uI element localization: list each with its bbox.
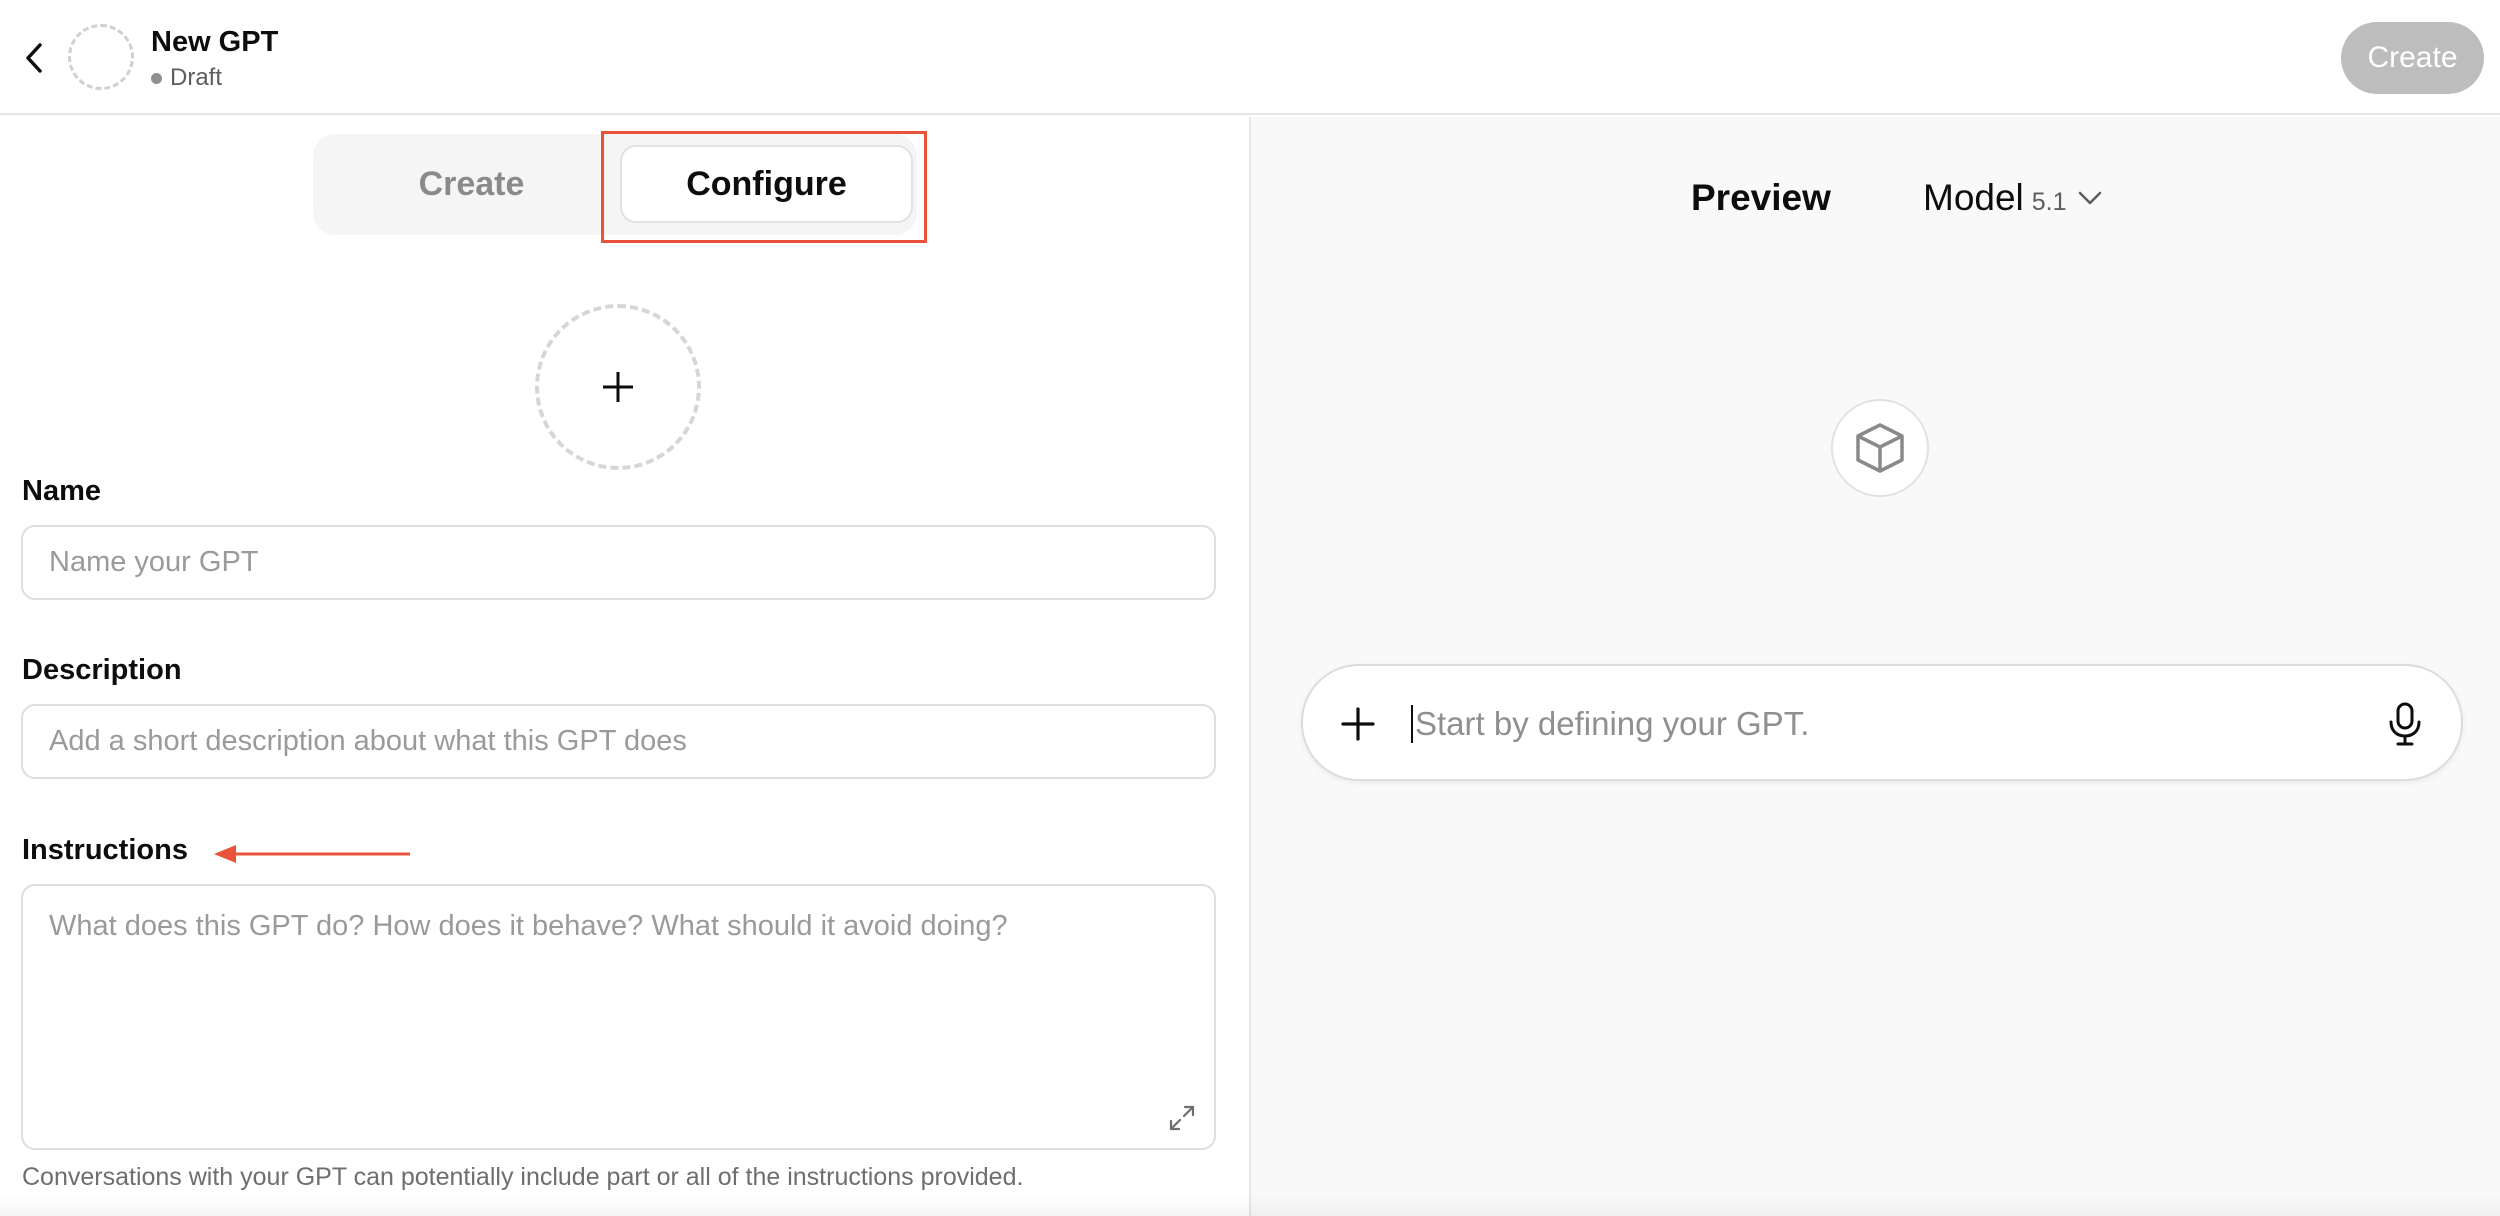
expand-button[interactable] — [1167, 1103, 1197, 1133]
description-input[interactable] — [21, 704, 1216, 779]
configure-panel: Create Configure Name Description Instru… — [0, 117, 1249, 1216]
name-label: Name — [22, 475, 101, 507]
gpt-avatar-placeholder — [68, 24, 134, 90]
text-caret — [1411, 705, 1413, 743]
tab-create[interactable]: Create — [313, 134, 630, 235]
description-label: Description — [22, 654, 182, 686]
back-button[interactable] — [18, 38, 50, 78]
bottom-shadow — [0, 1195, 2500, 1216]
instructions-textarea[interactable] — [21, 884, 1216, 1150]
message-composer — [1301, 664, 2463, 781]
plus-icon — [603, 372, 633, 402]
gpt-title: New GPT — [151, 26, 279, 58]
gpt-status: Draft — [151, 64, 222, 92]
model-version: 5.1 — [2031, 188, 2067, 216]
chevron-down-icon — [2078, 191, 2101, 205]
name-input[interactable] — [21, 525, 1216, 600]
top-bar: New GPT Draft Create — [0, 0, 2500, 115]
instructions-label: Instructions — [22, 834, 188, 866]
preview-title: Preview — [1691, 177, 1831, 218]
status-text: Draft — [170, 64, 223, 91]
microphone-icon — [2389, 702, 2421, 746]
model-label: Model — [1923, 177, 2024, 218]
preview-avatar — [1831, 399, 1929, 497]
model-selector[interactable]: Model 5.1 — [1923, 177, 2103, 219]
tab-configure[interactable]: Configure — [620, 145, 913, 223]
instructions-note: Conversations with your GPT can potentia… — [22, 1163, 1024, 1191]
chevron-left-icon — [26, 43, 42, 73]
add-image-button[interactable] — [535, 304, 701, 470]
cube-icon — [1856, 423, 1904, 473]
status-dot — [151, 72, 162, 84]
voice-button[interactable] — [2385, 701, 2425, 747]
annotation-arrow — [214, 845, 410, 863]
preview-panel: Preview Model 5.1 — [1249, 117, 2500, 1216]
expand-icon — [1169, 1105, 1195, 1131]
plus-icon — [1341, 707, 1375, 741]
composer-input[interactable] — [1415, 686, 2365, 762]
create-button[interactable]: Create — [2341, 22, 2484, 94]
composer-add-button[interactable] — [1336, 702, 1380, 746]
